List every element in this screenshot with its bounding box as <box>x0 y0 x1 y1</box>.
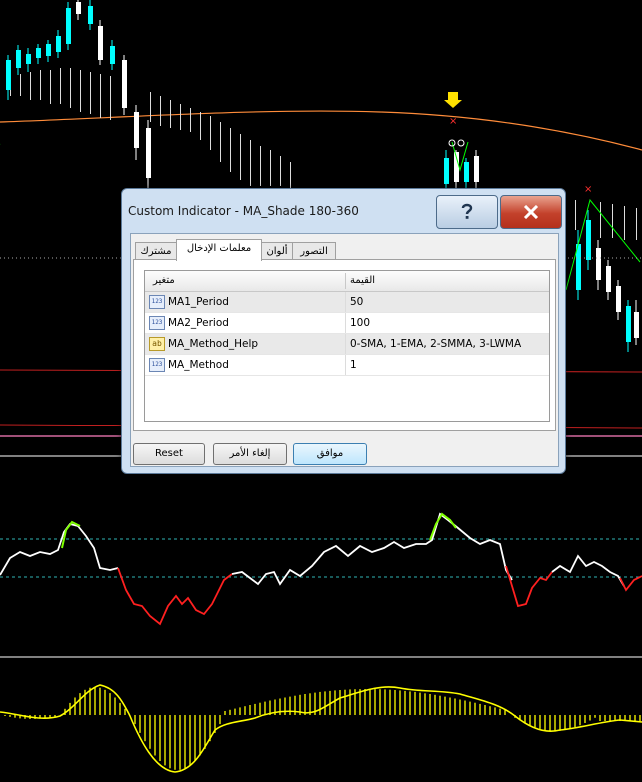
oscillator-line-white <box>0 522 119 576</box>
reset-button[interactable]: Reset <box>133 443 205 465</box>
input-parameters-panel: متغير القيمة 123 MA1_Period 50 123 MA2_P… <box>133 259 556 431</box>
tab-colors[interactable]: ألوان <box>261 242 293 260</box>
cell-separator <box>345 292 346 312</box>
signal-markers: × × · <box>0 92 592 195</box>
svg-text:·: · <box>0 140 1 151</box>
custom-indicator-dialog[interactable]: Custom Indicator - MA_Shade 180-360 مشتر… <box>121 188 566 474</box>
oscillator-line-red-2 <box>505 565 553 608</box>
integer-type-icon: 123 <box>149 316 165 330</box>
tab-input-parameters[interactable]: معلمات الإدخال <box>176 239 262 261</box>
param-value[interactable]: 0-SMA, 1-EMA, 2-SMMA, 3-LWMA <box>350 338 521 350</box>
string-type-icon: ab <box>149 337 165 351</box>
param-value[interactable]: 100 <box>350 317 370 329</box>
header-separator <box>345 273 346 289</box>
tab-common[interactable]: مشترك <box>135 242 177 260</box>
integer-type-icon: 123 <box>149 358 165 372</box>
cancel-button[interactable]: إلغاء الأمر <box>213 443 287 465</box>
close-x-icon <box>523 205 539 219</box>
down-arrow-icon <box>444 92 462 108</box>
header-variable[interactable]: متغير <box>153 275 175 286</box>
cell-separator <box>345 334 346 354</box>
param-value[interactable]: 50 <box>350 296 363 308</box>
grid-header: متغير القيمة <box>145 271 549 292</box>
histogram-bars <box>4 687 641 770</box>
tab-visualization[interactable]: التصور <box>292 242 336 260</box>
question-mark-icon <box>461 203 473 219</box>
param-name: MA1_Period <box>168 296 229 308</box>
dialog-titlebar[interactable]: Custom Indicator - MA_Shade 180-360 <box>122 189 565 233</box>
table-row[interactable]: 123 MA2_Period 100 <box>145 313 549 334</box>
parameters-grid[interactable]: متغير القيمة 123 MA1_Period 50 123 MA2_P… <box>144 270 550 422</box>
dialog-title: Custom Indicator - MA_Shade 180-360 <box>128 204 359 218</box>
ok-button[interactable]: موافق <box>293 443 367 465</box>
param-name: MA_Method <box>168 359 229 371</box>
svg-text:×: × <box>449 116 457 127</box>
oscillator-line-red <box>117 567 233 626</box>
help-button[interactable] <box>436 195 498 229</box>
cell-separator <box>345 313 346 333</box>
dialog-client-area: مشترك معلمات الإدخال ألوان التصور متغير … <box>130 233 559 467</box>
header-value[interactable]: القيمة <box>350 275 375 286</box>
oscillator-line-white-2 <box>231 512 513 586</box>
close-button[interactable] <box>500 195 562 229</box>
cell-separator <box>345 355 346 375</box>
oscillator-line-red-3 <box>619 575 642 592</box>
oscillator-line-white-3 <box>551 554 625 587</box>
table-row[interactable]: 123 MA_Method 1 <box>145 355 549 376</box>
integer-type-icon: 123 <box>149 295 165 309</box>
param-name: MA_Method_Help <box>168 338 259 350</box>
moving-average-line <box>0 110 642 151</box>
param-name: MA2_Period <box>168 317 229 329</box>
histogram-outline <box>0 684 642 773</box>
table-row[interactable]: ab MA_Method_Help 0-SMA, 1-EMA, 2-SMMA, … <box>145 334 549 355</box>
param-value[interactable]: 1 <box>350 359 357 371</box>
table-row[interactable]: 123 MA1_Period 50 <box>145 292 549 313</box>
svg-text:×: × <box>584 184 592 195</box>
